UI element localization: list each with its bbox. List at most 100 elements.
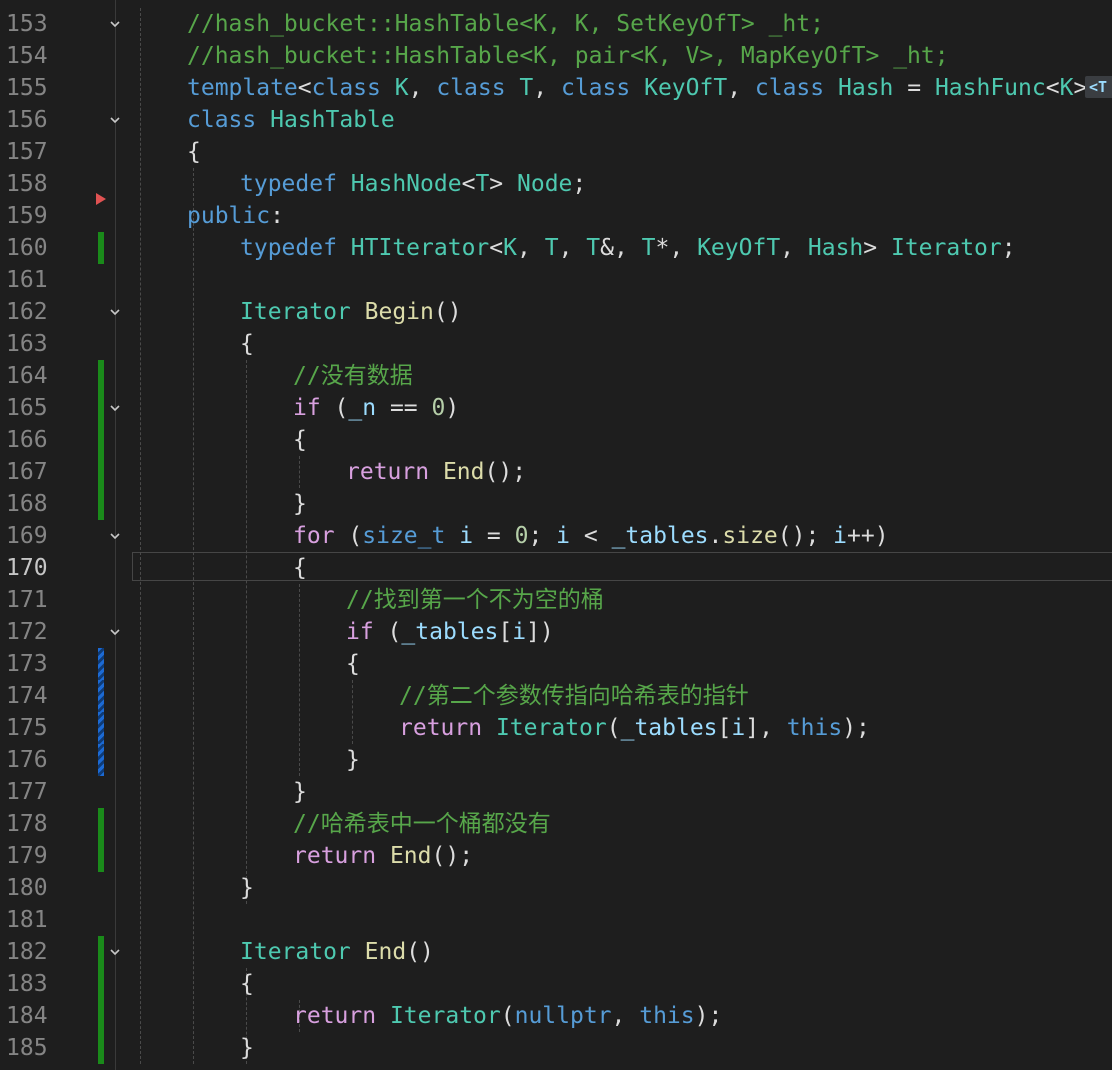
code-line[interactable]: 162 Iterator Begin() xyxy=(0,296,1112,328)
code-token: if xyxy=(346,619,374,645)
code-token: > xyxy=(863,235,891,261)
code-text[interactable]: Iterator End() xyxy=(240,936,434,968)
code-line[interactable]: 175 return Iterator(_tables[i], this); xyxy=(0,712,1112,744)
code-line[interactable]: 180} xyxy=(0,872,1112,904)
code-text[interactable]: //hash_bucket::HashTable<K, K, SetKeyOfT… xyxy=(187,8,824,40)
code-token: { xyxy=(293,427,307,453)
code-line[interactable]: 169 for (size_t i = 0; i < _tables.size()… xyxy=(0,520,1112,552)
code-token: K xyxy=(394,75,409,101)
code-token: ); xyxy=(694,1003,723,1029)
fold-chevron-icon[interactable] xyxy=(108,529,122,543)
code-line[interactable]: 157 { xyxy=(0,136,1112,168)
code-line[interactable]: 155 template<class K, class T, class KeyO… xyxy=(0,72,1112,104)
code-token: ( xyxy=(373,619,402,645)
code-text[interactable]: for (size_t i = 0; i < _tables.size(); i… xyxy=(293,520,889,552)
code-token: T xyxy=(641,235,656,261)
code-line[interactable]: 153 //hash_bucket::HashTable<K, K, SetKey… xyxy=(0,8,1112,40)
code-text[interactable]: return Iterator(nullptr, this); xyxy=(293,1000,722,1032)
code-editor[interactable]: 153 //hash_bucket::HashTable<K, K, SetKey… xyxy=(0,0,1112,1070)
code-token: nullptr xyxy=(514,1003,612,1029)
code-text[interactable]: //哈希表中一个桶都没有 xyxy=(293,808,551,840)
code-text[interactable]: { xyxy=(293,424,307,456)
fold-chevron-icon[interactable] xyxy=(108,401,122,415)
code-text[interactable]: } xyxy=(240,872,254,904)
code-line[interactable]: 167 return End(); xyxy=(0,456,1112,488)
code-token: this xyxy=(786,715,843,741)
code-text[interactable]: } xyxy=(293,488,307,520)
code-text[interactable]: //没有数据 xyxy=(293,360,413,392)
code-line[interactable]: 166 { xyxy=(0,424,1112,456)
code-line[interactable]: 156 class HashTable xyxy=(0,104,1112,136)
code-line[interactable]: 171 //找到第一个不为空的桶 xyxy=(0,584,1112,616)
code-line[interactable]: 165 if (_n == 0) xyxy=(0,392,1112,424)
code-text[interactable]: { xyxy=(187,136,201,168)
code-token: Hash xyxy=(838,75,894,101)
code-line[interactable]: 177} xyxy=(0,776,1112,808)
line-number: 172 xyxy=(6,619,48,645)
code-text[interactable]: return Iterator(_tables[i], this); xyxy=(399,712,870,744)
line-number: 183 xyxy=(6,971,48,997)
line-number: 178 xyxy=(6,811,48,837)
code-line[interactable]: 183 { xyxy=(0,968,1112,1000)
code-text[interactable]: if (_n == 0) xyxy=(293,392,459,424)
fold-chevron-icon[interactable] xyxy=(108,113,122,127)
code-line[interactable]: 159 public: xyxy=(0,200,1112,232)
code-token: _tables xyxy=(611,523,709,549)
code-text[interactable]: { xyxy=(240,968,254,1000)
code-text[interactable]: class HashTable xyxy=(187,104,395,136)
code-line[interactable]: 185} xyxy=(0,1032,1112,1064)
code-line[interactable]: 160 typedef HTIterator<K, T, T&, T*, KeyO… xyxy=(0,232,1112,264)
code-line[interactable]: 174 //第二个参数传指向哈希表的指针 xyxy=(0,680,1112,712)
code-line[interactable]: 181 xyxy=(0,904,1112,936)
code-text[interactable]: if (_tables[i]) xyxy=(346,616,554,648)
line-number: 184 xyxy=(6,1003,48,1029)
code-text[interactable]: typedef HTIterator<K, T, T&, T*, KeyOfT,… xyxy=(240,232,1016,264)
code-line[interactable]: 164 //没有数据 xyxy=(0,360,1112,392)
code-text[interactable]: } xyxy=(293,776,307,808)
code-line[interactable]: 161 xyxy=(0,264,1112,296)
line-number: 159 xyxy=(6,203,48,229)
code-text[interactable]: { xyxy=(346,648,360,680)
code-text[interactable]: } xyxy=(346,744,360,776)
code-text[interactable]: template<class K, class T, class KeyOfT,… xyxy=(187,72,1101,104)
code-text[interactable]: Iterator Begin() xyxy=(240,296,462,328)
code-token: : xyxy=(270,203,284,229)
code-line[interactable]: 182 Iterator End() xyxy=(0,936,1112,968)
fold-chevron-icon[interactable] xyxy=(108,17,122,31)
code-line[interactable]: 170 { xyxy=(0,552,1112,584)
code-token: this xyxy=(639,1003,695,1029)
code-line[interactable]: 184 return Iterator(nullptr, this); xyxy=(0,1000,1112,1032)
code-text[interactable]: //找到第一个不为空的桶 xyxy=(346,584,604,616)
code-text[interactable]: //hash_bucket::HashTable<K, pair<K, V>, … xyxy=(187,40,949,72)
code-token: //hash_bucket::HashTable<K, K, SetKeyOfT… xyxy=(187,11,824,37)
code-text[interactable]: typedef HashNode<T> Node; xyxy=(240,168,586,200)
code-token: *, xyxy=(655,235,698,261)
fold-chevron-icon[interactable] xyxy=(108,945,122,959)
code-text[interactable]: return End(); xyxy=(293,840,473,872)
code-line[interactable]: 158 typedef HashNode<T> Node; xyxy=(0,168,1112,200)
code-text[interactable]: return End(); xyxy=(346,456,526,488)
code-token: class xyxy=(436,75,506,101)
code-text[interactable]: { xyxy=(293,552,307,584)
code-line[interactable]: 179 return End(); xyxy=(0,840,1112,872)
code-line[interactable]: 163 { xyxy=(0,328,1112,360)
code-token: , xyxy=(558,235,587,261)
code-text[interactable]: { xyxy=(240,328,254,360)
code-line[interactable]: 172 if (_tables[i]) xyxy=(0,616,1112,648)
code-text[interactable]: //第二个参数传指向哈希表的指针 xyxy=(399,680,749,712)
code-text[interactable]: public: xyxy=(187,200,284,232)
code-line[interactable]: 168} xyxy=(0,488,1112,520)
code-line[interactable]: 176} xyxy=(0,744,1112,776)
code-line[interactable]: 173 { xyxy=(0,648,1112,680)
code-line[interactable]: 178 //哈希表中一个桶都没有 xyxy=(0,808,1112,840)
code-line[interactable]: 154 //hash_bucket::HashTable<K, pair<K, V… xyxy=(0,40,1112,72)
code-token: 0 xyxy=(514,523,529,549)
fold-chevron-icon[interactable] xyxy=(108,305,122,319)
fold-chevron-icon[interactable] xyxy=(108,625,122,639)
code-text[interactable]: } xyxy=(240,1032,254,1064)
breakpoint-marker-icon[interactable] xyxy=(96,193,106,205)
inline-hint-badge[interactable]: <T xyxy=(1085,76,1112,98)
